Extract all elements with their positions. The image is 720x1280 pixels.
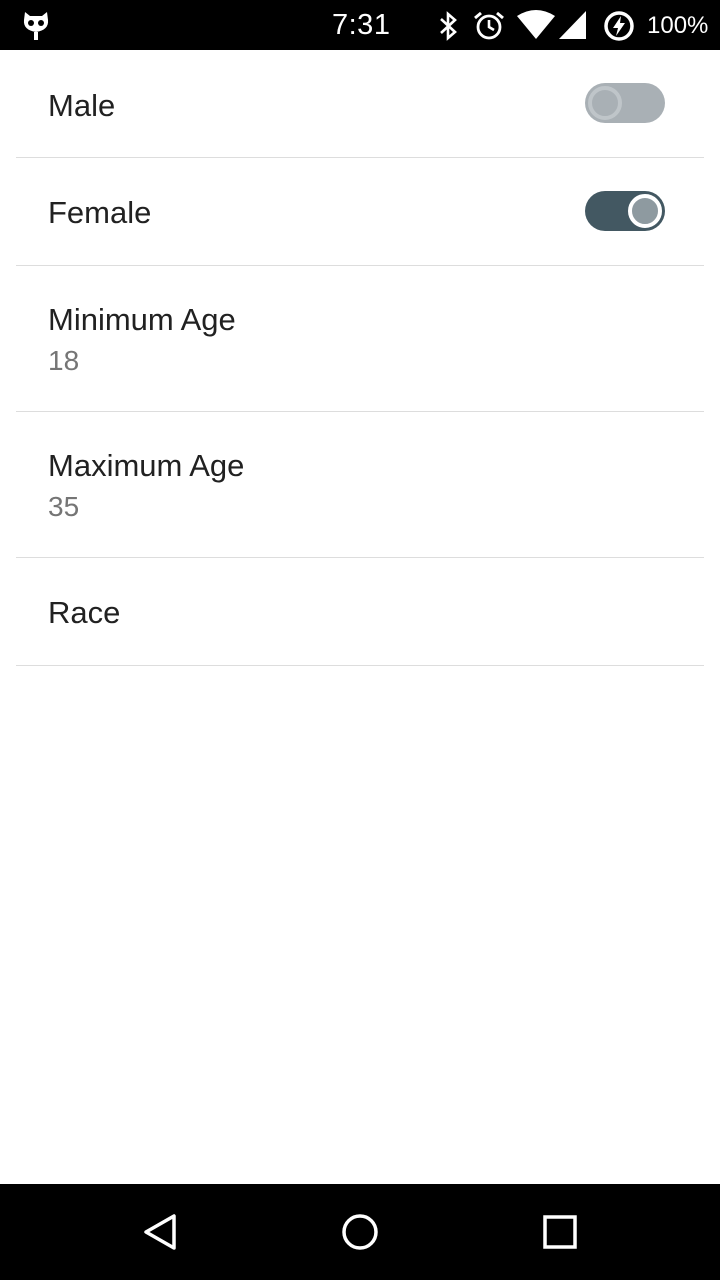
setting-male[interactable]: Male [0, 50, 720, 158]
alarm-icon [474, 11, 504, 40]
cell-signal-icon [559, 11, 586, 39]
setting-title: Race [48, 595, 121, 630]
navigation-bar [0, 1184, 720, 1280]
setting-title: Female [48, 195, 152, 230]
switch-thumb [628, 194, 662, 228]
switch-thumb [588, 86, 622, 120]
setting-female[interactable]: Female [0, 158, 720, 266]
cyanogen-bot-icon [23, 12, 49, 40]
setting-race[interactable]: Race [0, 558, 720, 666]
bluetooth-icon [440, 11, 457, 41]
status-time: 7:31 [332, 9, 391, 41]
status-bar: 7:31 100% [0, 0, 720, 50]
male-switch[interactable] [585, 83, 665, 123]
settings-list: Male Female Minimum Age 18 Maximum Age 3… [0, 50, 720, 666]
recents-icon[interactable] [540, 1212, 580, 1252]
setting-maximum-age[interactable]: Maximum Age 35 [0, 412, 720, 558]
setting-value: 18 [48, 345, 80, 376]
setting-title: Minimum Age [48, 302, 236, 337]
setting-title: Male [48, 88, 116, 123]
setting-minimum-age[interactable]: Minimum Age 18 [0, 266, 720, 412]
battery-charging-icon [604, 11, 634, 41]
back-icon[interactable] [140, 1212, 180, 1252]
setting-value: 35 [48, 491, 80, 522]
divider [16, 665, 704, 666]
home-icon[interactable] [340, 1212, 380, 1252]
setting-title: Maximum Age [48, 448, 245, 483]
wifi-icon [517, 10, 555, 39]
female-switch[interactable] [585, 191, 665, 231]
battery-percent: 100% [647, 12, 709, 39]
